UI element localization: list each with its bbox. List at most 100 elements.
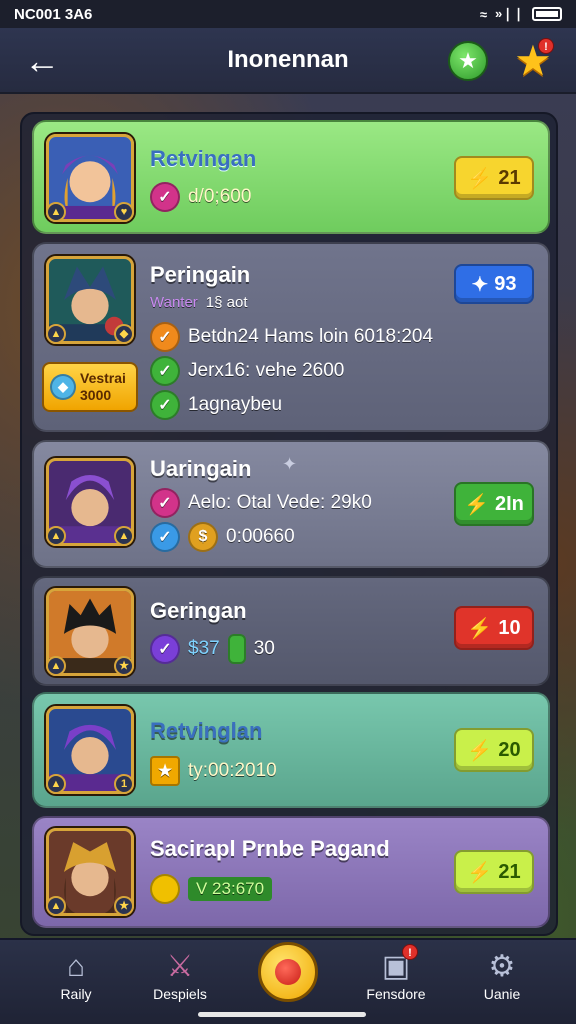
quest-list: ▲ ♥ Retvingan ✓ d/0;600 ⚡ 21 ▲ ◆ Peringa… bbox=[20, 112, 558, 936]
check-icon: ✓ bbox=[150, 522, 180, 552]
stat-value: d/0;600 bbox=[188, 186, 252, 207]
lightning-icon: ⚡ bbox=[467, 167, 493, 190]
shield-icon: ◆ bbox=[114, 324, 134, 344]
rank-badge-icon: ★ bbox=[114, 656, 134, 676]
gem-icon: ✦ bbox=[471, 273, 489, 296]
card-subtitle: Wanter 1§ aot bbox=[150, 294, 248, 311]
energy-button[interactable]: ⚡ 10 bbox=[454, 606, 534, 650]
energy-button[interactable]: ⚡ 21 bbox=[454, 850, 534, 894]
card-stat-row: ✓ Betdn24 Hams loin 6018:204 bbox=[150, 322, 433, 352]
list-item-card-5[interactable]: ▲ 1 Retvinglan ★ ty:00:2010 ⚡ 20 bbox=[32, 692, 550, 808]
stat-value: $37 bbox=[188, 638, 220, 659]
subtitle-label: Wanter bbox=[150, 294, 198, 311]
card-stat-row: ✓ 1agnaybeu bbox=[150, 390, 282, 420]
card-stat-row: V 23:670 bbox=[150, 874, 273, 904]
card-stat-row: ✓ Aelo: Otal Vede: 29k0 bbox=[150, 488, 372, 518]
app-header: ← Inonennan ★ ★ ! bbox=[0, 28, 576, 94]
home-icon: ⌂ bbox=[66, 950, 86, 983]
energy-button-label: 93 bbox=[494, 272, 517, 295]
card-stat-row: ✓ $ 0:00660 bbox=[150, 522, 295, 552]
list-item-card-3[interactable]: ▲ ▲ Uaringain ✦ ✓ Aelo: Otal Vede: 29k0 … bbox=[32, 440, 550, 568]
energy-button[interactable]: ✦ 93 bbox=[454, 264, 534, 304]
check-icon: ✓ bbox=[150, 322, 180, 352]
gear-icon: ⚙ bbox=[488, 950, 516, 983]
energy-button-label: 2In bbox=[495, 492, 524, 515]
check-icon: ✓ bbox=[150, 390, 180, 420]
check-icon: ✓ bbox=[150, 634, 180, 664]
nav-label: Fensdore bbox=[366, 986, 426, 1002]
card-stat-row: ✓ $37 30 bbox=[150, 634, 275, 664]
coin-icon bbox=[150, 874, 180, 904]
status-time: NC001 3A6 bbox=[14, 5, 93, 23]
class-badge-icon: ▲ bbox=[46, 656, 66, 676]
reward-badge-value: 3000 bbox=[80, 387, 112, 403]
card-stat-row: ✓ d/0;600 bbox=[150, 182, 251, 212]
energy-button[interactable]: ⚡ 20 bbox=[454, 728, 534, 772]
nav-item-uanie[interactable]: ⚙ Uanie bbox=[452, 948, 552, 1002]
reward-badge[interactable]: ◆ Vestrai 3000 bbox=[42, 362, 138, 412]
stat-value: ty:00:2010 bbox=[188, 760, 277, 781]
rank-badge-icon: ♥ bbox=[114, 202, 134, 222]
card-stat-row: ✓ Jerx16: vehe 2600 bbox=[150, 356, 344, 386]
coin-icon: $ bbox=[188, 522, 218, 552]
lightning-icon: ⚡ bbox=[467, 861, 493, 884]
nav-item-despiels[interactable]: ⚔ Despiels bbox=[130, 948, 230, 1002]
signal-icon: »❘❘ bbox=[494, 6, 524, 21]
energy-button-label: 20 bbox=[498, 738, 521, 761]
check-icon: ✓ bbox=[150, 182, 180, 212]
stat-value: V 23:670 bbox=[188, 877, 273, 901]
home-indicator bbox=[198, 1012, 366, 1017]
stat-value: Jerx16: vehe 2600 bbox=[188, 360, 345, 381]
stat-value: 0:00660 bbox=[226, 526, 295, 547]
rank-badge-icon: ★ bbox=[114, 896, 134, 916]
stat-value: Aelo: Otal Vede: 29k0 bbox=[188, 492, 372, 513]
list-item-card-6[interactable]: ▲ ★ Sacirapl Prnbe Pagand V 23:670 ⚡ 21 bbox=[32, 816, 550, 928]
nav-item-raily[interactable]: ⌂ Raily bbox=[26, 948, 126, 1002]
energy-button-label: 10 bbox=[498, 616, 521, 639]
notification-badge: ! bbox=[402, 944, 418, 960]
reward-badge-title: Vestrai bbox=[80, 370, 126, 386]
card-stat-row: ★ ty:00:2010 bbox=[150, 756, 277, 786]
class-badge-icon: ▲ bbox=[46, 774, 66, 794]
sparkle-icon: ✦ bbox=[282, 454, 298, 474]
check-icon: ✓ bbox=[150, 488, 180, 518]
nav-item-fensdore[interactable]: ▣ Fensdore bbox=[346, 948, 446, 1002]
subtitle-value: 1§ aot bbox=[205, 294, 248, 311]
stat-value-secondary: 30 bbox=[253, 638, 275, 659]
status-icons: ≈ »❘❘ bbox=[480, 6, 562, 22]
class-badge-icon: ▲ bbox=[46, 324, 66, 344]
class-badge-icon: ▲ bbox=[46, 526, 66, 546]
rank-badge-icon: ▲ bbox=[114, 526, 134, 546]
notification-badge: ! bbox=[538, 38, 554, 54]
rank-badge-icon: 1 bbox=[114, 774, 134, 794]
list-item-card-2[interactable]: ▲ ◆ Peringain Wanter 1§ aot ✓ Betdn24 Ha… bbox=[32, 242, 550, 432]
card-title: Sacirapl Prnbe Pagand bbox=[150, 836, 390, 861]
class-badge-icon: ▲ bbox=[46, 202, 66, 222]
nav-label: Raily bbox=[60, 986, 92, 1002]
card-title: Retvinglan bbox=[150, 718, 263, 743]
stat-value: 1agnaybeu bbox=[188, 394, 283, 415]
center-action-button[interactable] bbox=[258, 942, 318, 1002]
lightning-icon: ⚡ bbox=[464, 493, 489, 516]
energy-button-label: 21 bbox=[498, 860, 521, 883]
energy-button[interactable]: ⚡ 21 bbox=[454, 156, 534, 200]
stat-value: Betdn24 Hams loin 6018:204 bbox=[188, 326, 434, 347]
crossed-swords-icon: ⚔ bbox=[166, 950, 194, 983]
nav-label: Despiels bbox=[153, 986, 207, 1002]
energy-button-label: 21 bbox=[498, 166, 521, 189]
check-icon: ✓ bbox=[150, 356, 180, 386]
potion-icon bbox=[227, 634, 246, 664]
nav-label: Uanie bbox=[483, 986, 521, 1002]
card-title: Geringan bbox=[150, 598, 247, 623]
battery-icon bbox=[532, 7, 562, 21]
card-title: Retvingan bbox=[150, 146, 257, 171]
card-title: Peringain bbox=[150, 262, 251, 287]
list-item-card-4[interactable]: ▲ ★ Geringan ✓ $37 30 ⚡ 10 bbox=[32, 576, 550, 686]
lightning-icon: ⚡ bbox=[467, 617, 493, 640]
green-star-button[interactable]: ★ bbox=[448, 41, 488, 81]
energy-button[interactable]: ⚡ 2In bbox=[454, 482, 534, 526]
list-item-card-1[interactable]: ▲ ♥ Retvingan ✓ d/0;600 ⚡ 21 bbox=[32, 120, 550, 234]
class-badge-icon: ▲ bbox=[46, 896, 66, 916]
wifi-icon: ≈ bbox=[479, 6, 487, 22]
page-title: Inonennan bbox=[227, 46, 349, 73]
